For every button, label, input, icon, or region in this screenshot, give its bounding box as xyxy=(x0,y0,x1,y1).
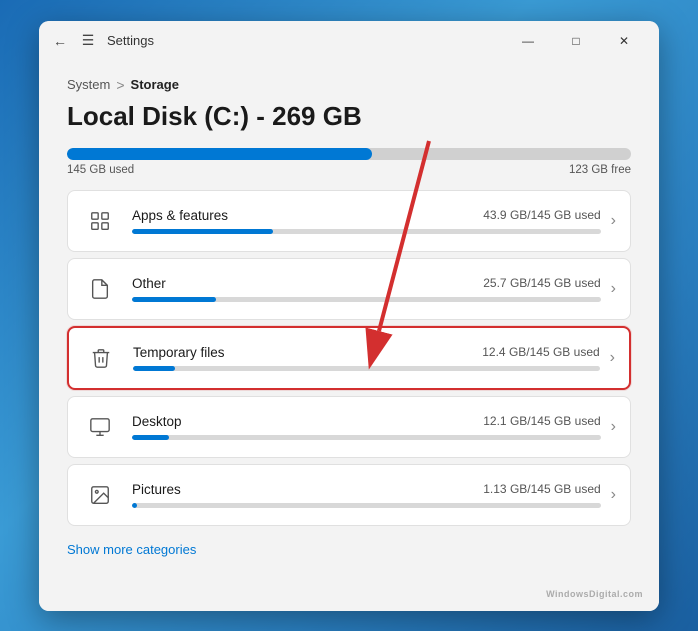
window-title: Settings xyxy=(107,33,154,48)
temp-name: Temporary files xyxy=(133,345,225,360)
pictures-icon xyxy=(82,477,118,513)
storage-bar-fill xyxy=(67,148,372,160)
show-more-link[interactable]: Show more categories xyxy=(67,542,196,557)
storage-bar-track xyxy=(67,148,631,160)
storage-labels: 145 GB used 123 GB free xyxy=(67,164,631,176)
desktop-details: Desktop 12.1 GB/145 GB used xyxy=(132,414,601,440)
trash-icon xyxy=(83,340,119,376)
storage-bar-container: 145 GB used 123 GB free xyxy=(67,148,631,176)
watermark: WindowsDigital.com xyxy=(546,589,643,599)
pictures-bar xyxy=(132,503,601,508)
other-chevron: › xyxy=(611,280,616,298)
title-bar: ← ☰ Settings — □ ✕ xyxy=(39,21,659,61)
settings-window: ← ☰ Settings — □ ✕ System > Storage Loca… xyxy=(39,21,659,611)
pictures-size: 1.13 GB/145 GB used xyxy=(483,482,600,496)
desktop-chevron: › xyxy=(611,418,616,436)
back-icon[interactable]: ← xyxy=(51,32,69,50)
window-controls: — □ ✕ xyxy=(505,25,647,57)
category-item-apps[interactable]: Apps & features 43.9 GB/145 GB used › xyxy=(67,190,631,252)
temp-details: Temporary files 12.4 GB/145 GB used xyxy=(133,345,600,371)
categories-list: Apps & features 43.9 GB/145 GB used › xyxy=(67,190,631,526)
page-title: Local Disk (C:) - 269 GB xyxy=(67,101,631,132)
breadcrumb-current: Storage xyxy=(131,77,179,92)
storage-used-label: 145 GB used xyxy=(67,164,134,176)
apps-details: Apps & features 43.9 GB/145 GB used xyxy=(132,208,601,234)
breadcrumb-separator: > xyxy=(116,77,124,93)
other-details: Other 25.7 GB/145 GB used xyxy=(132,276,601,302)
other-size: 25.7 GB/145 GB used xyxy=(483,276,600,290)
temp-bar xyxy=(133,366,600,371)
apps-icon xyxy=(82,203,118,239)
title-bar-left: ← ☰ Settings xyxy=(51,32,154,50)
close-button[interactable]: ✕ xyxy=(601,25,647,57)
other-bar xyxy=(132,297,601,302)
hamburger-icon[interactable]: ☰ xyxy=(79,32,97,50)
category-item-other[interactable]: Other 25.7 GB/145 GB used › xyxy=(67,258,631,320)
desktop-size: 12.1 GB/145 GB used xyxy=(483,414,600,428)
minimize-button[interactable]: — xyxy=(505,25,551,57)
breadcrumb-parent[interactable]: System xyxy=(67,77,110,92)
apps-size: 43.9 GB/145 GB used xyxy=(483,208,600,222)
temp-chevron: › xyxy=(610,349,615,367)
content-area: System > Storage Local Disk (C:) - 269 G… xyxy=(39,61,659,611)
other-icon xyxy=(82,271,118,307)
maximize-button[interactable]: □ xyxy=(553,25,599,57)
apps-chevron: › xyxy=(611,212,616,230)
category-item-temp[interactable]: Temporary files 12.4 GB/145 GB used › xyxy=(67,326,631,390)
breadcrumb: System > Storage xyxy=(67,77,631,93)
pictures-name: Pictures xyxy=(132,482,181,497)
desktop-name: Desktop xyxy=(132,414,182,429)
temp-size: 12.4 GB/145 GB used xyxy=(482,345,599,359)
apps-bar xyxy=(132,229,601,234)
pictures-chevron: › xyxy=(611,486,616,504)
apps-name: Apps & features xyxy=(132,208,228,223)
desktop-icon xyxy=(82,409,118,445)
pictures-details: Pictures 1.13 GB/145 GB used xyxy=(132,482,601,508)
category-item-desktop[interactable]: Desktop 12.1 GB/145 GB used › xyxy=(67,396,631,458)
storage-free-label: 123 GB free xyxy=(569,164,631,176)
other-name: Other xyxy=(132,276,166,291)
category-item-pictures[interactable]: Pictures 1.13 GB/145 GB used › xyxy=(67,464,631,526)
desktop-bar xyxy=(132,435,601,440)
